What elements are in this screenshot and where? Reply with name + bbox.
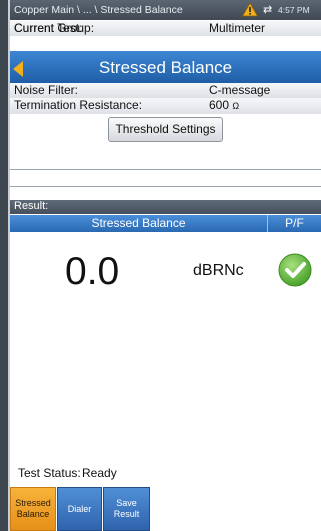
softkey-bar: Stressed Balance Dialer Save Result: [10, 487, 321, 531]
termination-resistance-row[interactable]: Termination Resistance: 600 Ω: [10, 98, 321, 114]
termination-resistance-label: Termination Resistance:: [14, 98, 143, 112]
result-label: Result:: [14, 200, 49, 212]
test-status-label: Test Status:: [18, 466, 81, 480]
breadcrumb[interactable]: Copper Main \ ... \ Stressed Balance: [14, 4, 183, 16]
dialer-softkey[interactable]: Dialer: [57, 487, 102, 531]
stressed-balance-softkey[interactable]: Stressed Balance: [10, 487, 56, 531]
current-test-value: Stressed Balance: [98, 58, 233, 77]
save-result-softkey[interactable]: Save Result: [103, 487, 150, 531]
termination-resistance-value: 600 Ω: [209, 98, 239, 112]
test-status-value: Ready: [82, 466, 117, 480]
window-edge: [0, 0, 8, 531]
clock: 4:57 PM: [278, 5, 310, 15]
result-column-header: Stressed Balance P/F: [10, 215, 321, 232]
pass-check-icon: [278, 253, 312, 287]
network-icon[interactable]: ⇄: [263, 3, 272, 16]
noise-filter-row[interactable]: Noise Filter: C-message: [10, 83, 321, 98]
divider: [10, 186, 321, 187]
termination-resistance-number: 600: [209, 98, 230, 112]
column-stressed-balance: Stressed Balance: [91, 216, 186, 230]
current-group-row: Current Group: Multimeter: [10, 21, 321, 36]
ohm-unit: Ω: [232, 101, 240, 111]
status-bar: Copper Main \ ... \ Stressed Balance ⇄ 4…: [10, 0, 321, 20]
noise-filter-value: C-message: [209, 83, 271, 97]
result-unit: dBRNc: [193, 262, 244, 279]
threshold-area: Threshold Settings: [10, 114, 321, 186]
test-selector[interactable]: Stressed Balance: [10, 51, 321, 83]
divider: [10, 169, 321, 170]
threshold-settings-button[interactable]: Threshold Settings: [108, 117, 223, 142]
column-pass-fail: P/F: [285, 216, 304, 230]
test-status: Test Status: Ready: [18, 466, 117, 480]
result-header: Result:: [10, 200, 321, 214]
result-value: 0.0: [65, 250, 120, 293]
current-group-value: Multimeter: [209, 21, 266, 35]
noise-filter-label: Noise Filter:: [14, 83, 79, 97]
warning-icon[interactable]: [242, 2, 258, 17]
current-group-label: Current Group:: [14, 21, 95, 35]
